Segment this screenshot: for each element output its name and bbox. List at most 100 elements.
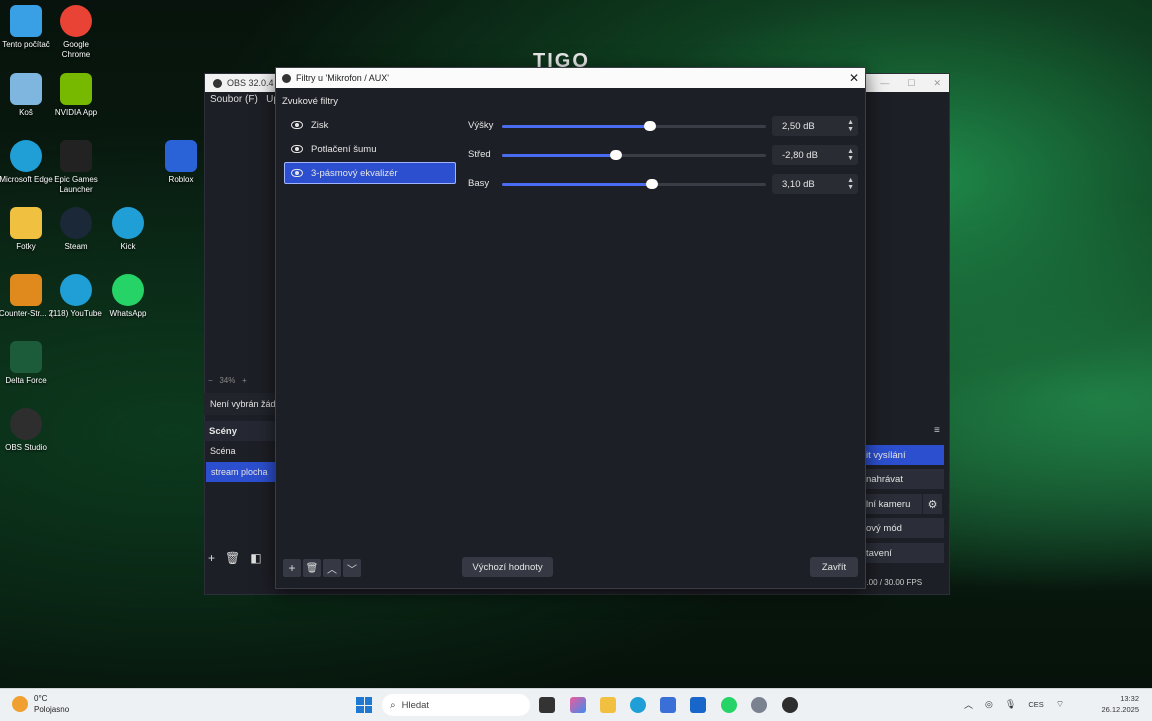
desktop-icon[interactable]: Epic Games Launcher <box>48 140 104 195</box>
system-tray: ︿ ◎ 🎙 CES ⌔ <box>964 698 1064 711</box>
outlook-icon[interactable] <box>690 697 706 713</box>
network-tray-icon[interactable]: ◎ <box>985 699 993 710</box>
desktop-icon[interactable]: Delta Force <box>0 341 54 386</box>
band-value-spinbox[interactable]: 2,50 dB ▲ ▼ <box>772 116 858 136</box>
filter-item-noise-suppression[interactable]: Potlačení šumu <box>284 138 456 160</box>
obs-menubar: Soubor (F) Up <box>210 94 279 105</box>
zoom-out-icon[interactable]: − <box>208 376 213 385</box>
band-value-spinbox[interactable]: -2,80 dB ▲ ▼ <box>772 145 858 165</box>
band-slider[interactable] <box>502 121 766 131</box>
band-slider[interactable] <box>502 150 766 160</box>
start-recording-button[interactable]: nahrávat <box>864 469 944 489</box>
add-filter-icon[interactable]: + <box>283 559 301 577</box>
desktop-icon[interactable]: Roblox <box>153 140 209 185</box>
slider-handle[interactable] <box>643 121 656 131</box>
move-down-icon[interactable]: ﹀ <box>343 559 361 577</box>
start-icon[interactable] <box>356 697 372 713</box>
close-button[interactable]: Zavřít <box>810 557 858 577</box>
taskbar: 0°C Polojasno ⌕ Hledat ︿ ◎ 🎙 CES ⌔ 13:32… <box>0 688 1152 721</box>
desktop-icon[interactable]: WhatsApp <box>100 274 156 319</box>
dock-menu-icon[interactable]: ≡ <box>934 425 940 436</box>
desktop-icon[interactable]: NVIDIA App <box>48 73 104 118</box>
eye-icon[interactable] <box>291 169 303 177</box>
filters-dialog-title: Filtry u 'Mikrofon / AUX' <box>296 73 389 83</box>
desktop-icon[interactable]: Fotky <box>0 207 54 252</box>
menu-file[interactable]: Soubor (F) <box>210 94 258 105</box>
scene-filter-icon[interactable]: ◧ <box>250 551 261 565</box>
band-label: Střed <box>468 149 491 160</box>
chrome-icon <box>60 5 92 37</box>
start-streaming-button[interactable]: it vysílání <box>864 445 944 465</box>
remove-filter-icon[interactable]: 🗑 <box>303 559 321 577</box>
desktop-icon[interactable]: Microsoft Edge <box>0 140 54 185</box>
obs-icon <box>10 408 42 440</box>
band-slider[interactable] <box>502 179 766 189</box>
desktop-icon[interactable]: Google Chrome <box>48 5 104 60</box>
weather-widget[interactable]: 0°C Polojasno <box>12 693 69 715</box>
band-high: Výšky 2,50 dB ▲ ▼ <box>466 116 858 138</box>
language-indicator[interactable]: CES <box>1028 700 1043 709</box>
filter-label: Potlačení šumu <box>311 143 377 155</box>
edge-icon <box>60 274 92 306</box>
remove-scene-icon[interactable]: 🗑 <box>225 551 240 565</box>
clock[interactable]: 13:32 26.12.2025 <box>1095 693 1139 715</box>
scene-item-selected[interactable]: stream plocha <box>206 462 276 482</box>
taskbar-search[interactable]: ⌕ Hledat <box>382 694 530 716</box>
filter-item-3band-eq[interactable]: 3-pásmový ekvalizér <box>284 162 456 184</box>
edge-icon[interactable] <box>630 697 646 713</box>
weather-desc: Polojasno <box>34 705 70 714</box>
settings-gear-icon[interactable] <box>751 697 767 713</box>
filter-properties: Výšky 2,50 dB ▲ ▼ Střed -2,80 dB ▲ ▼ Basy 3,… <box>458 106 863 553</box>
minimize-icon[interactable]: — <box>880 78 889 89</box>
maximize-icon[interactable]: ☐ <box>907 78 915 89</box>
add-scene-icon[interactable]: + <box>208 551 215 565</box>
slider-handle[interactable] <box>609 150 622 160</box>
defaults-button[interactable]: Výchozí hodnoty <box>462 557 553 577</box>
spin-arrows-icon[interactable]: ▲ ▼ <box>847 119 854 133</box>
scene-item[interactable]: Scéna <box>210 446 236 456</box>
zoom-in-icon[interactable]: + <box>242 376 247 385</box>
wifi-icon[interactable]: ⌔ <box>1056 699 1064 710</box>
desktop-icon[interactable]: Kick <box>100 207 156 252</box>
spin-arrows-icon[interactable]: ▲ ▼ <box>847 148 854 162</box>
virtual-camera-button[interactable]: lní kameru <box>864 494 922 514</box>
desktop-icon-label: OBS Studio <box>5 443 47 452</box>
spin-arrows-icon[interactable]: ▲ ▼ <box>847 177 854 191</box>
filter-item-gain[interactable]: Zisk <box>284 114 456 136</box>
whatsapp-icon[interactable] <box>721 697 737 713</box>
desktop-icon[interactable]: Counter-Str... 2 <box>0 274 54 319</box>
desktop-icon[interactable]: (118) YouTube <box>48 274 104 319</box>
copilot-icon[interactable] <box>570 697 586 713</box>
band-label: Basy <box>468 178 490 189</box>
band-label: Výšky <box>468 120 494 131</box>
filter-list: Zisk Potlačení šumu 3-pásmový ekvalizér <box>284 114 456 554</box>
desktop-icon-label: Roblox <box>168 175 194 184</box>
desktop-icon-label: Counter-Str... 2 <box>0 309 54 318</box>
microphone-icon[interactable]: 🎙 <box>1005 699 1016 710</box>
close-icon[interactable]: ✕ <box>933 78 941 89</box>
move-up-icon[interactable]: ︿ <box>323 559 341 577</box>
desktop-icon[interactable]: OBS Studio <box>0 408 54 453</box>
clock-time: 13:32 <box>1120 694 1139 703</box>
edge-icon <box>10 140 42 172</box>
obs-taskbar-icon[interactable] <box>782 697 798 713</box>
store-icon[interactable] <box>660 697 676 713</box>
desktop-icon[interactable]: Koš <box>0 73 54 118</box>
band-value-spinbox[interactable]: 3,10 dB ▲ ▼ <box>772 174 858 194</box>
eye-icon[interactable] <box>291 121 303 129</box>
file-explorer-icon[interactable] <box>600 697 616 713</box>
desktop-icon-label: Koš <box>19 108 33 117</box>
slider-handle[interactable] <box>646 179 659 189</box>
band-value: 3,10 dB <box>782 178 815 190</box>
settings-button[interactable]: tavení <box>864 543 944 563</box>
virtual-camera-settings-icon[interactable]: ⚙ <box>923 494 942 514</box>
no-source-label: Není vybrán žád <box>204 393 276 415</box>
studio-mode-button[interactable]: ový mód <box>864 518 944 538</box>
tray-chevron-icon[interactable]: ︿ <box>964 698 973 711</box>
close-icon[interactable]: ✕ <box>843 71 865 85</box>
task-view-icon[interactable] <box>539 697 555 713</box>
eye-icon[interactable] <box>291 145 303 153</box>
desktop-icon[interactable]: Steam <box>48 207 104 252</box>
steam-icon <box>60 207 92 239</box>
desktop-icon[interactable]: Tento počítač <box>0 5 54 50</box>
